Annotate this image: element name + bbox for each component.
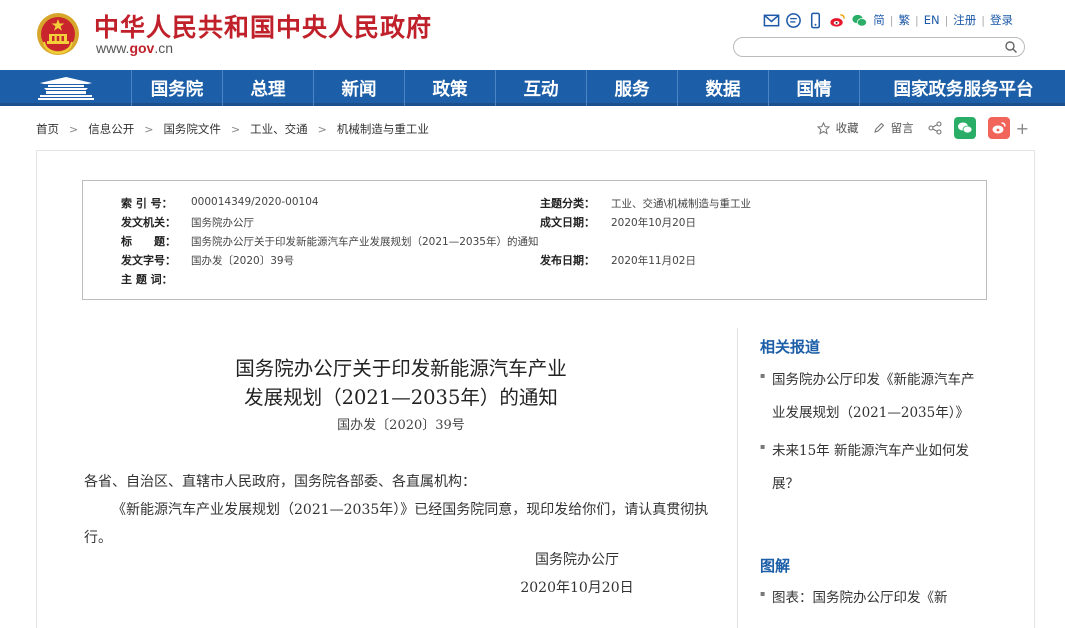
site-url[interactable]: www.gov.cn — [96, 40, 173, 56]
info-issuer-key: 发文机关： — [121, 216, 176, 229]
mail-icon[interactable] — [763, 12, 780, 29]
info-docno-value: 国办发〔2020〕39号 — [191, 255, 295, 267]
related-reports-heading: 相关报道 — [760, 338, 821, 356]
top-tools: 简 | 繁 | EN | 注册 | 登录 — [763, 10, 1013, 30]
site-url-suffix: .cn — [154, 40, 174, 56]
site-url-prefix: www. — [96, 40, 130, 56]
search-box[interactable] — [733, 37, 1025, 57]
chevron-right-icon: > — [230, 122, 241, 136]
star-icon[interactable] — [816, 121, 830, 135]
share-bar: 收藏 留言 + — [816, 116, 1029, 140]
signature-date: 2020年10月20日 — [520, 580, 634, 596]
nav-item-gov-service-platform[interactable]: 国家政务服务平台 — [859, 70, 1065, 106]
pencil-icon[interactable] — [873, 122, 885, 134]
message-icon[interactable] — [785, 12, 802, 29]
breadcrumb-machinery[interactable]: 机械制造与重工业 — [337, 121, 429, 137]
nav-items: 国务院 总理 新闻 政策 互动 服务 数据 国情 国家政务服务平台 — [131, 70, 1065, 106]
search-input[interactable] — [744, 39, 994, 55]
graphics-list: 图表：国务院办公厅印发《新 — [760, 582, 982, 615]
national-emblem-icon[interactable] — [36, 12, 80, 56]
wechat-icon — [957, 122, 972, 134]
graphics-heading: 图解 — [760, 557, 791, 575]
share-icon[interactable] — [928, 121, 942, 135]
article-doc-number: 国办发〔2020〕39号 — [337, 418, 465, 433]
article-body: 各省、自治区、直辖市人民政府，国务院各部委、各直属机构： 《新能源汽车产业发展规… — [84, 468, 718, 552]
chevron-right-icon: > — [144, 122, 154, 136]
chevron-right-icon: > — [69, 122, 79, 136]
article-title-line2: 发展规划（2021—2035年）的通知 — [244, 386, 558, 409]
weibo-share-button[interactable] — [987, 117, 1010, 139]
breadcrumb-industry-transport[interactable]: 工业、交通 — [250, 121, 308, 137]
site-name[interactable]: 中华人民共和国中央人民政府 — [94, 8, 432, 44]
wechat-icon[interactable] — [851, 12, 868, 29]
nav-item-news[interactable]: 新闻 — [313, 70, 404, 106]
weibo-icon[interactable] — [829, 12, 846, 29]
breadcrumb-home[interactable]: 首页 — [36, 121, 59, 137]
lang-simplified-link[interactable]: 简 — [873, 12, 885, 28]
site-url-domain: gov — [129, 40, 155, 56]
lang-english-link[interactable]: EN — [924, 13, 940, 27]
nav-item-data[interactable]: 数据 — [677, 70, 768, 106]
info-category-value: 工业、交通\机械制造与重工业 — [611, 198, 752, 210]
column-divider — [737, 328, 738, 628]
register-link[interactable]: 注册 — [953, 12, 976, 28]
tool-separator: | — [889, 13, 894, 27]
info-written-date-key: 成文日期： — [540, 216, 595, 229]
info-index-value: 000014349/2020-00104 — [191, 196, 319, 208]
main-nav: 国务院 总理 新闻 政策 互动 服务 数据 国情 国家政务服务平台 — [0, 70, 1065, 106]
article-paragraph: 《新能源汽车产业发展规划（2021—2035年）》已经国务院同意，现印发给你们，… — [84, 502, 709, 546]
info-index-key: 索 引 号： — [121, 197, 173, 210]
document-info-table: 索 引 号： 000014349/2020-00104 主题分类： 工业、交通\… — [82, 180, 987, 300]
nav-item-service[interactable]: 服务 — [586, 70, 677, 106]
comment-button[interactable]: 留言 — [891, 120, 914, 136]
info-subject-key: 主 题 词： — [121, 273, 173, 286]
article-paragraph: 各省、自治区、直辖市人民政府，国务院各部委、各直属机构： — [84, 474, 476, 490]
signature-org: 国务院办公厅 — [535, 552, 619, 568]
article-title-line1: 国务院办公厅关于印发新能源汽车产业 — [235, 357, 567, 380]
related-report-item[interactable]: 国务院办公厅印发《新能源汽车产业发展规划（2021—2035年）》 — [760, 364, 982, 430]
info-published-date-key: 发布日期： — [540, 254, 595, 267]
info-issuer-value: 国务院办公厅 — [191, 217, 254, 229]
info-published-date-value: 2020年11月02日 — [611, 255, 696, 267]
nav-item-national-info[interactable]: 国情 — [768, 70, 859, 106]
breadcrumb: 首页 > 信息公开 > 国务院文件 > 工业、交通 > 机械制造与重工业 — [36, 120, 429, 138]
breadcrumb-info-public[interactable]: 信息公开 — [88, 121, 134, 137]
login-link[interactable]: 登录 — [990, 12, 1013, 28]
article-title: 国务院办公厅关于印发新能源汽车产业 发展规划（2021—2035年）的通知 — [118, 354, 684, 412]
graphic-item[interactable]: 图表：国务院办公厅印发《新 — [760, 582, 982, 615]
breadcrumb-council-docs[interactable]: 国务院文件 — [163, 121, 221, 137]
info-title-value: 国务院办公厅关于印发新能源汽车产业发展规划（2021—2035年）的通知 — [191, 236, 539, 248]
info-written-date-value: 2020年10月20日 — [611, 217, 696, 229]
nav-item-policy[interactable]: 政策 — [404, 70, 495, 106]
search-icon[interactable] — [1004, 40, 1018, 54]
related-reports-list: 国务院办公厅印发《新能源汽车产业发展规划（2021—2035年）》 未来15年 … — [760, 364, 982, 501]
article-signature: 国务院办公厅 2020年10月20日 — [470, 546, 684, 602]
nav-item-state-council[interactable]: 国务院 — [131, 70, 222, 106]
tiananmen-icon — [37, 77, 94, 100]
tool-separator: | — [944, 13, 949, 27]
related-report-item[interactable]: 未来15年 新能源汽车产业如何发展？ — [760, 435, 982, 501]
info-category-key: 主题分类： — [540, 197, 595, 210]
weibo-icon — [992, 122, 1006, 134]
wechat-share-button[interactable] — [953, 117, 976, 139]
nav-item-premier[interactable]: 总理 — [222, 70, 313, 106]
nav-home[interactable] — [0, 70, 131, 106]
favorite-button[interactable]: 收藏 — [836, 120, 859, 136]
tool-separator: | — [981, 13, 985, 27]
mobile-icon[interactable] — [807, 12, 824, 29]
chevron-right-icon: > — [317, 122, 327, 136]
lang-traditional-link[interactable]: 繁 — [898, 12, 910, 28]
tool-separator: | — [914, 13, 919, 27]
info-title-key: 标 题： — [121, 235, 176, 248]
site-header: 中华人民共和国中央人民政府 www.gov.cn 简 | 繁 | EN | 注册… — [0, 0, 1065, 70]
more-share-button[interactable]: + — [1016, 119, 1029, 138]
info-docno-key: 发文字号： — [121, 254, 176, 267]
nav-item-interaction[interactable]: 互动 — [495, 70, 586, 106]
